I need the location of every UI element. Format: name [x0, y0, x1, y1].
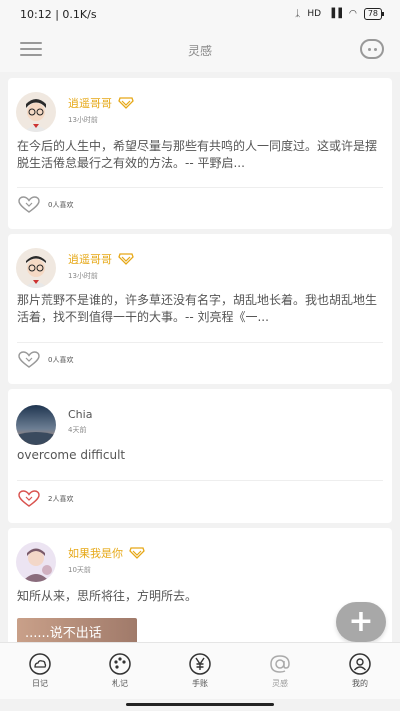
- author-name[interactable]: 如果我是你: [68, 545, 123, 561]
- palette-icon: [109, 653, 131, 675]
- post-time: 13小时前: [68, 272, 98, 280]
- author-name[interactable]: 逍遥哥哥: [68, 251, 112, 267]
- message-icon[interactable]: [360, 39, 384, 59]
- status-time: 10:12 | 0.1K/s: [20, 7, 97, 21]
- nav-item-mine[interactable]: 我的: [320, 643, 400, 699]
- battery-icon: 78: [363, 8, 385, 20]
- author-name[interactable]: 逍遥哥哥: [68, 95, 112, 111]
- add-post-button[interactable]: +: [336, 602, 386, 642]
- post-content[interactable]: 在今后的人生中，希望尽量与那些有共鸣的人一同度过。这或许是摆脱生活倦怠最行之有效…: [17, 138, 382, 173]
- bluetooth-icon: ᛣ: [295, 9, 301, 19]
- like-count: 0人喜欢: [48, 356, 74, 364]
- nav-item-diary[interactable]: 日记: [0, 643, 80, 699]
- divider: [17, 187, 383, 188]
- like-row: 0人喜欢: [18, 351, 73, 369]
- profile-icon: [349, 653, 371, 675]
- heart-icon[interactable]: [18, 351, 40, 369]
- nav-item-ledger[interactable]: 手账: [160, 643, 240, 699]
- post-time: 13小时前: [68, 116, 98, 124]
- home-indicator[interactable]: [126, 703, 274, 706]
- vip-badge-icon: [118, 97, 134, 109]
- status-bar: 10:12 | 0.1K/s ᛣ HD ▐▐ ◠ 78: [0, 0, 400, 28]
- avatar[interactable]: [16, 542, 56, 582]
- signal-icon: ▐▐: [328, 9, 342, 19]
- feed-list[interactable]: 逍遥哥哥 13小时前 在今后的人生中，希望尽量与那些有共鸣的人一同度过。这或许是…: [0, 76, 400, 642]
- cloud-icon: [29, 653, 51, 675]
- avatar[interactable]: [16, 405, 56, 445]
- vip-badge-icon: [129, 547, 145, 559]
- nav-label: 我的: [352, 679, 368, 688]
- wifi-icon: ◠: [348, 9, 357, 19]
- post-content[interactable]: 知所从来，思所将往，方明所去。: [17, 588, 382, 606]
- signal-text: HD: [307, 9, 322, 19]
- like-row: 2人喜欢: [18, 490, 73, 508]
- app-bar: 灵感: [0, 28, 400, 72]
- nav-label: 札记: [112, 679, 128, 688]
- menu-icon[interactable]: [20, 42, 42, 56]
- yen-icon: [189, 653, 211, 675]
- heart-icon[interactable]: [18, 490, 40, 508]
- like-row: 0人喜欢: [18, 196, 73, 214]
- heart-icon[interactable]: [18, 196, 40, 214]
- post-time: 4天前: [68, 426, 87, 434]
- like-count: 2人喜欢: [48, 495, 74, 503]
- post-time: 10天前: [68, 566, 91, 574]
- vip-badge-icon: [118, 253, 134, 265]
- post-card[interactable]: 如果我是你 10天前 知所从来，思所将往，方明所去。 ......说不出话: [8, 528, 392, 642]
- page-title: 灵感: [187, 43, 212, 58]
- author-name[interactable]: Chia: [68, 408, 92, 421]
- post-content[interactable]: 那片荒野不是谁的，许多草还没有名字，胡乱地长着。我也胡乱地生活着，找不到值得一干…: [17, 292, 382, 327]
- divider: [17, 342, 383, 343]
- like-count: 0人喜欢: [48, 201, 74, 209]
- plus-icon: +: [348, 604, 374, 639]
- post-card[interactable]: 逍遥哥哥 13小时前 在今后的人生中，希望尽量与那些有共鸣的人一同度过。这或许是…: [8, 78, 392, 229]
- status-icons: ᛣ HD ▐▐ ◠ 78: [295, 8, 385, 20]
- nav-label: 手账: [192, 679, 208, 688]
- bottom-nav: 日记 札记 手账 灵感 我的: [0, 642, 400, 699]
- avatar[interactable]: [16, 92, 56, 132]
- post-image[interactable]: ......说不出话: [17, 618, 137, 642]
- avatar[interactable]: [16, 248, 56, 288]
- post-card[interactable]: Chia 4天前 overcome difficult 2人喜欢: [8, 389, 392, 523]
- post-image-text: ......说不出话: [25, 626, 102, 641]
- post-card[interactable]: 逍遥哥哥 13小时前 那片荒野不是谁的，许多草还没有名字，胡乱地长着。我也胡乱地…: [8, 234, 392, 384]
- at-icon: [270, 655, 290, 673]
- post-content[interactable]: overcome difficult: [17, 447, 382, 465]
- nav-item-notes[interactable]: 札记: [80, 643, 160, 699]
- nav-item-inspiration[interactable]: 灵感: [240, 643, 320, 699]
- nav-label: 日记: [32, 679, 48, 688]
- divider: [17, 480, 383, 481]
- nav-label: 灵感: [272, 679, 288, 688]
